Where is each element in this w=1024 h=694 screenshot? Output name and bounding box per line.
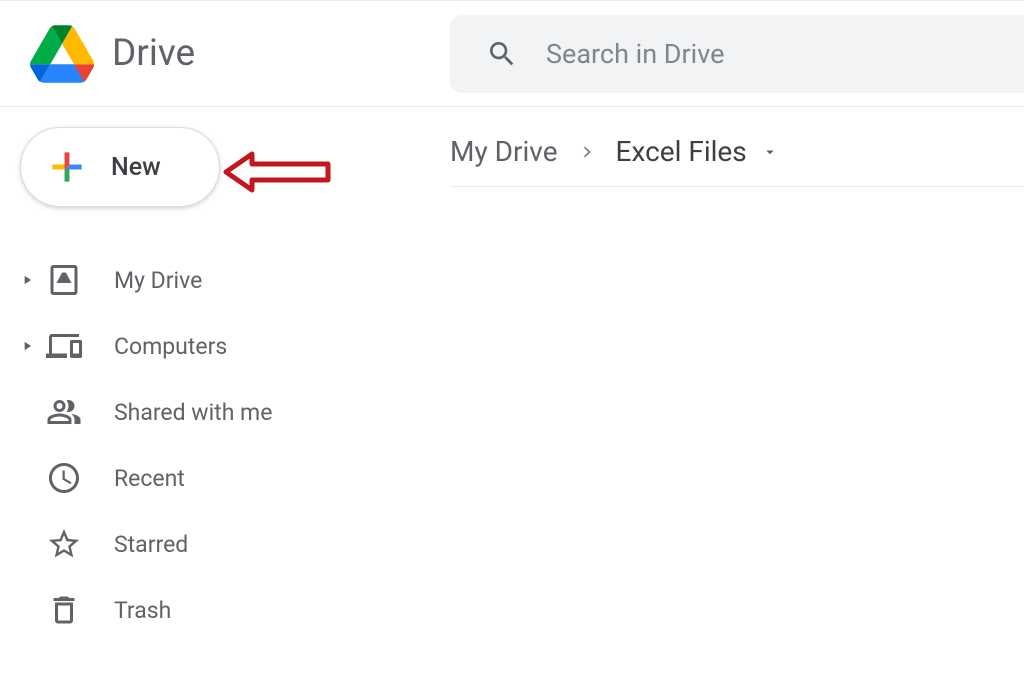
chevron-right-icon [576,141,598,163]
breadcrumb-root[interactable]: My Drive [450,135,558,168]
header: Drive Search in Drive [0,1,1024,107]
chevron-down-icon[interactable] [761,143,779,161]
sidebar-item-trash[interactable]: Trash [20,577,420,643]
sidebar-item-label: Shared with me [114,399,272,426]
sidebar-item-shared[interactable]: Shared with me [20,379,420,445]
main: New My Drive Computers [0,107,1024,643]
starred-icon [46,526,82,562]
sidebar-item-label: Trash [114,597,171,624]
new-button-label: New [111,153,161,182]
sidebar-item-label: Computers [114,333,227,360]
breadcrumb-current[interactable]: Excel Files [616,135,747,168]
search-bar[interactable]: Search in Drive [450,15,1024,93]
logo-container[interactable]: Drive [30,25,450,83]
plus-icon [45,145,89,189]
my-drive-icon [46,262,82,298]
annotation-arrow-icon [222,148,332,196]
sidebar-item-label: My Drive [114,267,202,294]
content-area: My Drive Excel Files [420,107,1024,643]
sidebar-item-label: Recent [114,465,185,492]
shared-icon [46,394,82,430]
recent-icon [46,460,82,496]
computers-icon [46,328,82,364]
search-icon [486,38,518,70]
sidebar-item-computers[interactable]: Computers [20,313,420,379]
app-title: Drive [112,32,195,75]
new-button[interactable]: New [20,127,220,207]
expand-caret-icon[interactable] [20,273,34,287]
sidebar: New My Drive Computers [0,107,420,643]
sidebar-item-my-drive[interactable]: My Drive [20,247,420,313]
breadcrumb: My Drive Excel Files [450,135,1024,187]
sidebar-item-starred[interactable]: Starred [20,511,420,577]
expand-caret-icon[interactable] [20,339,34,353]
search-placeholder: Search in Drive [546,38,724,70]
sidebar-item-recent[interactable]: Recent [20,445,420,511]
sidebar-item-label: Starred [114,531,188,558]
trash-icon [46,592,82,628]
drive-logo-icon [30,25,94,83]
